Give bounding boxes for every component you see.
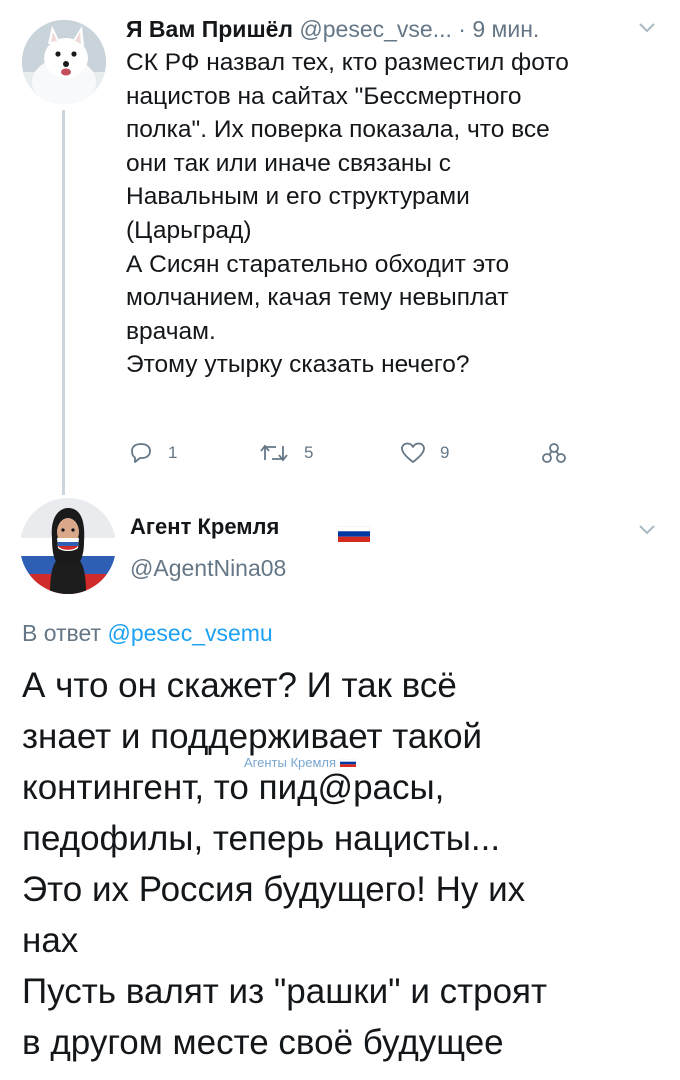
woman-with-flag-avatar-image [20,498,116,594]
tweet-text-line: они так или иначе связаны с [126,149,452,177]
share-icon [542,443,566,463]
tweet-text: СК РФ назвал тех, кто разместил фото нац… [126,46,661,382]
tweet-text-line: врачам. [126,317,216,345]
tweet-text-line: нацистов на сайтах "Бессмертного [126,82,522,110]
tweet-text-line: педофилы, теперь нацисты... [22,819,501,858]
reply-prefix: В ответ [22,620,108,646]
avatar[interactable] [22,20,106,104]
author-handle[interactable]: @pesec_vse... [299,16,451,42]
retweet-count: 5 [304,443,314,462]
russian-flag-icon [340,758,357,767]
retweet-button[interactable]: 5 [258,440,313,466]
tweet-text-line: полка". Их поверка показала, что все [126,116,550,144]
reply-icon [131,443,151,463]
arctic-fox-avatar-image [22,20,106,104]
retweet-icon [260,444,288,462]
watermark-text: Агенты Кремля [244,755,337,770]
tweet-text-line: молчанием, качая тему невыплат [126,284,509,312]
tweet-text-line: СК РФ назвал тех, кто разместил фото [126,49,569,76]
russian-flag-icon [338,526,370,542]
tweet-text-line: (Царьград) [126,216,252,244]
reply-mention-link[interactable]: @pesec_vsemu [107,620,272,646]
timestamp[interactable]: · 9 мин. [458,16,539,42]
chevron-down-icon[interactable] [636,522,658,538]
watermark: Агенты Кремля [244,755,357,770]
like-icon [401,442,425,463]
like-count: 9 [440,443,450,462]
reply-context: В ответ @pesec_vsemu [22,620,273,647]
author-name[interactable]: Агент Кремля [130,514,279,540]
tweet-text-line: А Сисян старательно обходит это [126,250,510,278]
tweet-text-line: Навальным и его структурами [126,183,470,211]
like-button[interactable]: 9 [400,440,449,466]
tweet-text-line: нах [22,921,79,960]
thread-line [62,110,65,495]
chevron-down-icon[interactable] [636,20,658,36]
tweet-text-line: Этому утырку сказать нечего? [126,351,470,379]
author-handle[interactable]: @AgentNina08 [130,555,286,582]
tweet-text-line: Пусть валят из "рашки" и строят [22,972,548,1011]
tweet-text: А что он скажет? И так всё знает и подде… [22,660,672,1068]
author-name[interactable]: Я Вам Пришёл [126,16,293,42]
reply-count: 1 [168,443,178,462]
avatar[interactable] [20,498,116,594]
tweet-text-line: Это их Россия будущего! Ну их [22,870,526,909]
tweet-text-line: в другом месте своё будущее [22,1023,504,1062]
reply-button[interactable]: 1 [128,440,177,466]
share-button[interactable] [540,440,568,466]
tweet-header: Я Вам Пришёл @pesec_vse... · 9 мин. [126,14,666,44]
tweet-text-line: А что он скажет? И так всё [22,666,457,705]
